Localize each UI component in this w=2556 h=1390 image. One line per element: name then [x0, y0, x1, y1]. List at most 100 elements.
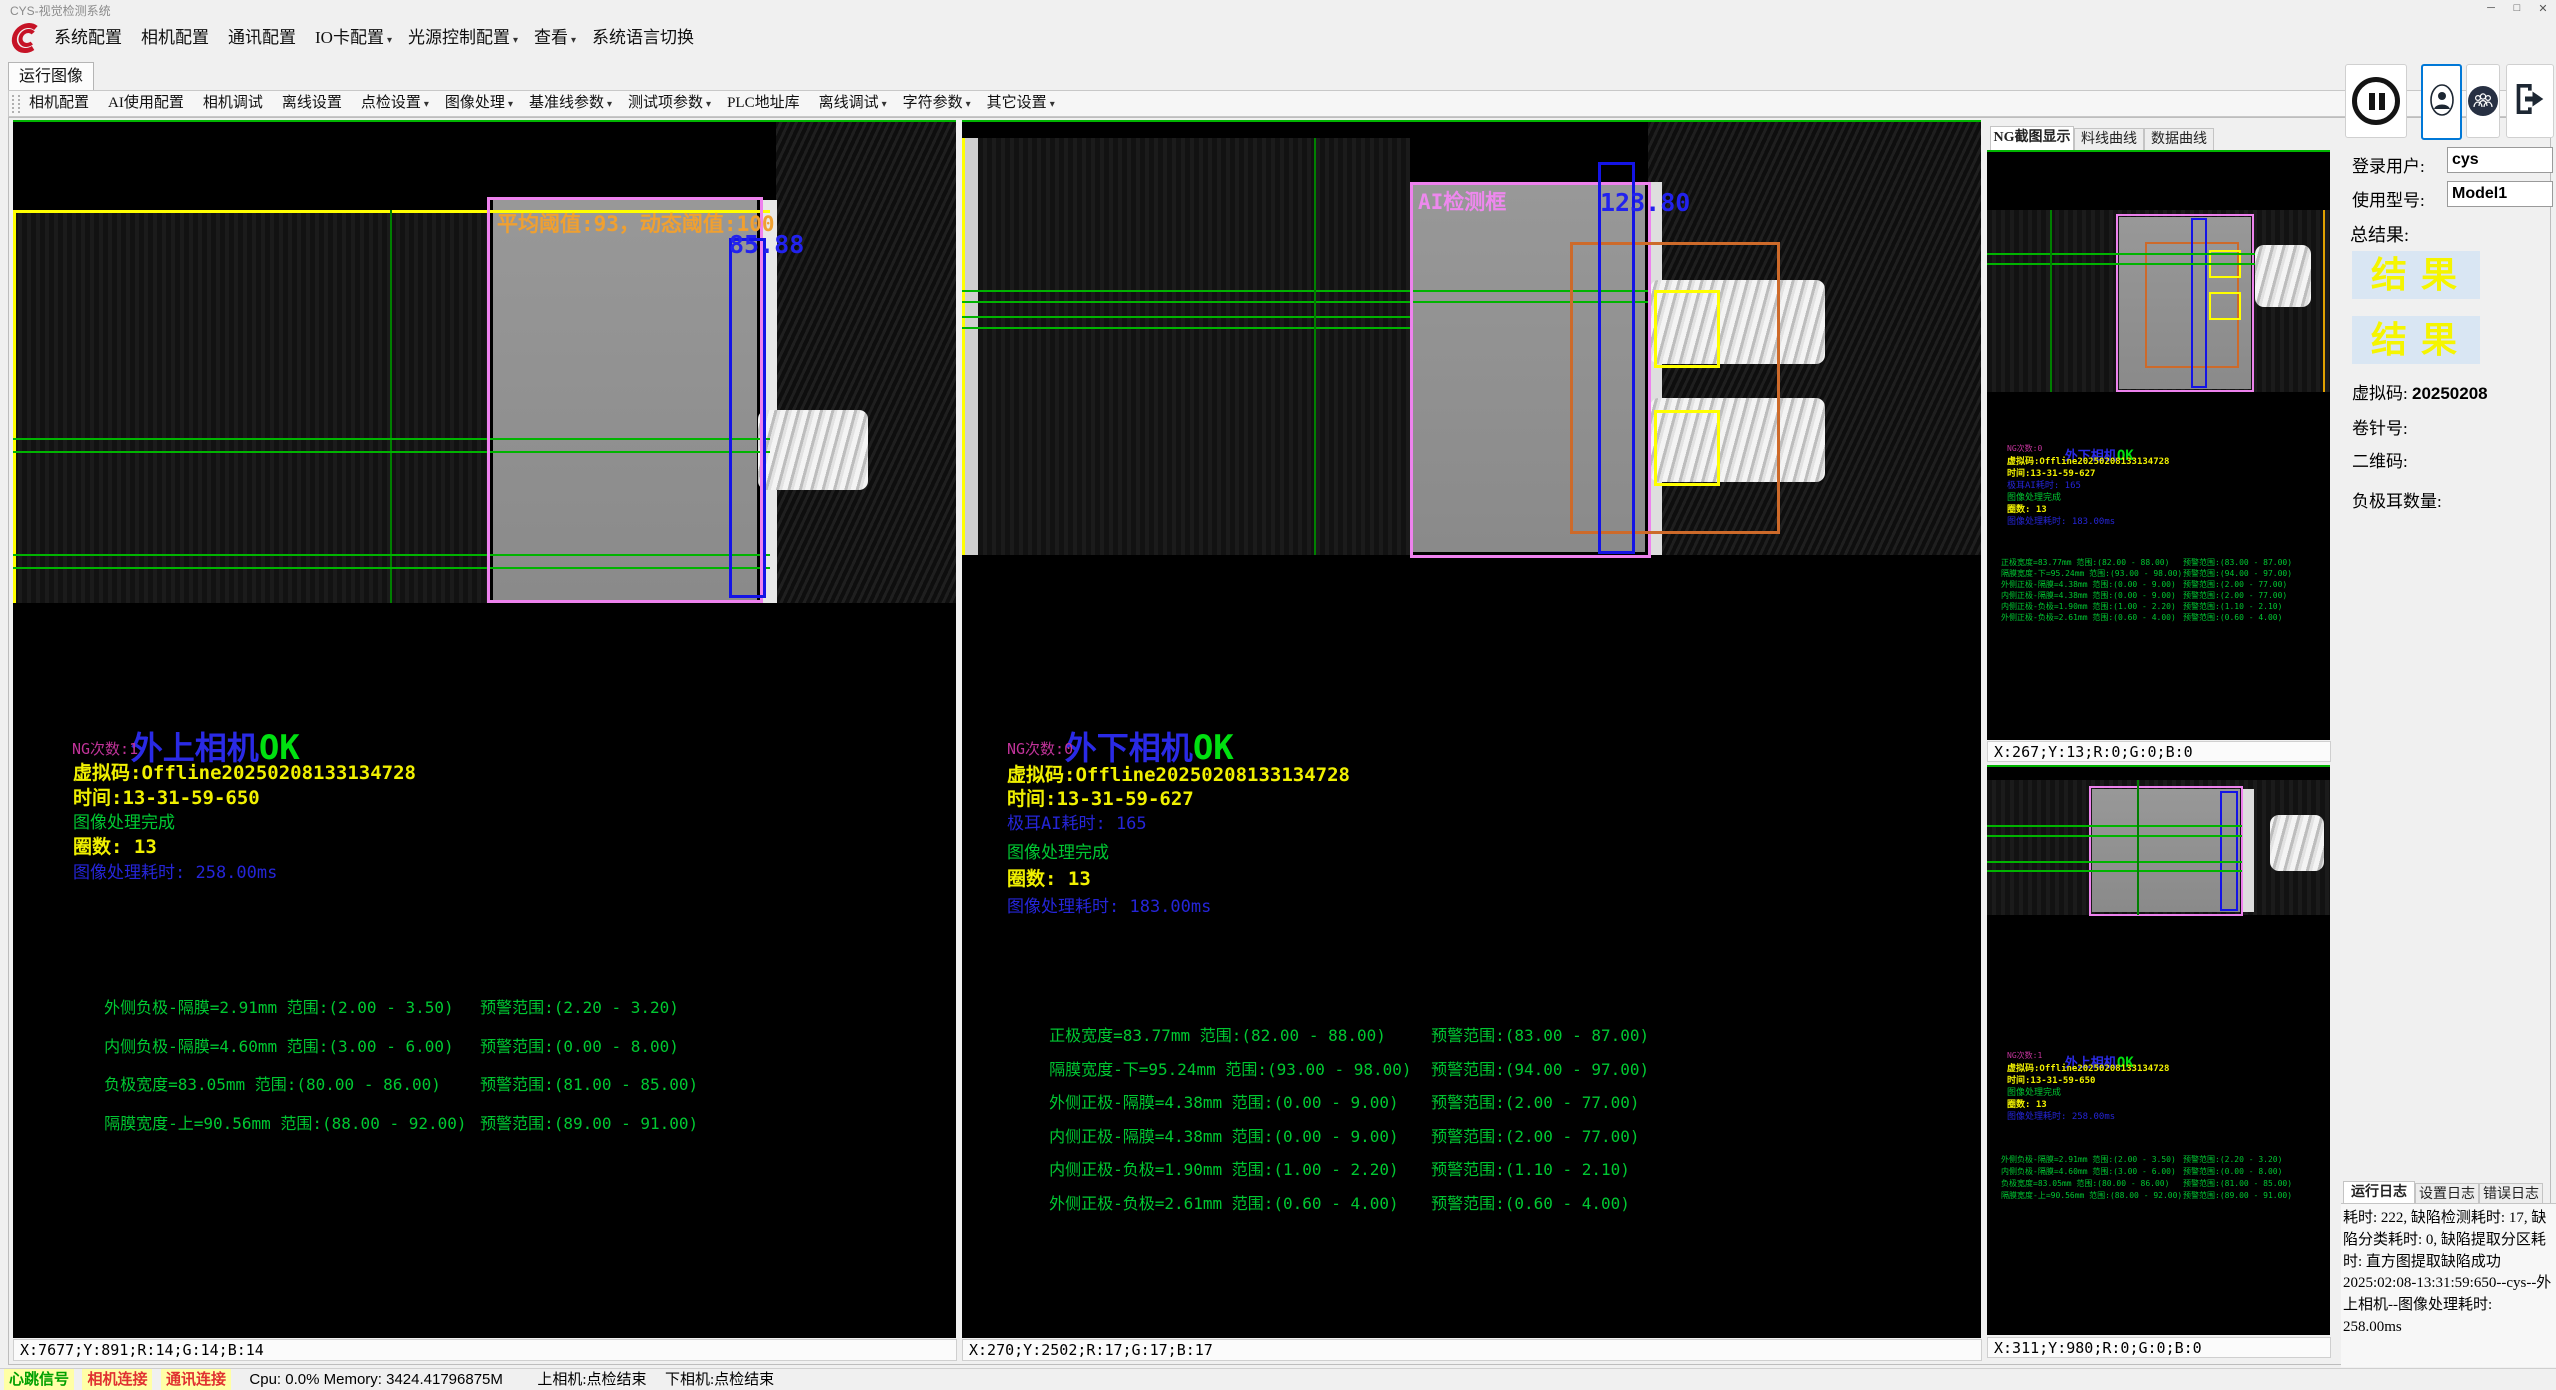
virtual-code-value: 20250208 [2412, 384, 2488, 403]
lower-camera-status: 下相机:点检结束 [665, 1372, 774, 1388]
pause-button[interactable] [2345, 64, 2407, 138]
ai-elapsed: 极耳AI耗时: 165 [1007, 809, 1147, 834]
dropdown-arrow-icon: ▾ [571, 35, 576, 46]
processing-elapsed: 图像处理耗时: 258.00ms [73, 858, 277, 883]
current-user-button[interactable] [2421, 64, 2462, 140]
left-camera-image: 平均阈值:93，动态阈值:100 85.88 [13, 120, 956, 603]
toolbar-items: 相机配置AI使用配置相机调试离线设置点检设置▾图像处理▾基准线参数▾测试项参数▾… [21, 91, 1063, 116]
toolbar-item[interactable]: 图像处理▾ [437, 91, 521, 117]
user-icon [2429, 82, 2455, 123]
toolbar-item[interactable]: 字符参数▾ [895, 91, 979, 117]
left-camera-panel: 平均阈值:93，动态阈值:100 85.88 外上相机OK NG次数:1 虚拟码… [13, 120, 956, 1338]
left-coords-readout: X:7677;Y:891;R:14;G:14;B:14 [13, 1339, 957, 1361]
ng-preview-2: 外上相机OK NG次数:1 虚拟码:Offline202502081331347… [1987, 765, 2330, 1335]
edge-value-overlay: 123.80 [1600, 188, 1690, 217]
camera-link-indicator: 相机连接 [82, 1369, 152, 1390]
total-result-label: 总结果: [2350, 221, 2409, 247]
login-user-field[interactable] [2447, 147, 2553, 173]
dropdown-arrow-icon: ▾ [1050, 99, 1055, 110]
users-icon [2468, 86, 2498, 116]
tab-ng-screenshot[interactable]: NG截图显示 [1990, 126, 2074, 150]
tab-run-image[interactable]: 运行图像 [8, 62, 94, 91]
toolbar-item[interactable]: 基准线参数▾ [521, 91, 620, 117]
dropdown-arrow-icon: ▾ [424, 99, 429, 110]
dropdown-arrow-icon: ▾ [607, 99, 612, 110]
toolbar-item[interactable]: 测试项参数▾ [620, 91, 719, 117]
view-tab-row: 运行图像 [0, 58, 2556, 90]
right-camera-panel: AI检测框 123.80 外下相机OK NG次数:0 虚拟码:Offline20… [962, 120, 1981, 1338]
comm-link-indicator: 通讯连接 [161, 1369, 231, 1390]
menu-item[interactable]: 光源控制配置▾ [400, 18, 526, 61]
dropdown-arrow-icon: ▾ [966, 99, 971, 110]
run-log-text[interactable]: 耗时: 222, 缺陷检测耗时: 17, 缺陷分类耗时: 0, 缺陷提取分区耗时… [2341, 1203, 2556, 1367]
maximize-button[interactable]: □ [2504, 2, 2530, 14]
exit-button[interactable] [2506, 64, 2554, 138]
toolbar-item[interactable]: PLC地址库 [719, 91, 811, 117]
toolbar-item[interactable]: 离线调试▾ [811, 91, 895, 117]
edge-box [1598, 162, 1635, 554]
cpu-memory-readout: Cpu: 0.0% Memory: 3424.41796875M [249, 1371, 502, 1388]
app-window: CYS-视觉检测系统 ─ □ ✕ 系统配置相机配置通讯配置IO卡配置▾光源控制配… [0, 0, 2556, 1390]
menu-item[interactable]: IO卡配置▾ [307, 18, 400, 61]
dropdown-arrow-icon: ▾ [387, 35, 392, 46]
users-manage-button[interactable] [2466, 64, 2500, 138]
measurement-row: 隔膜宽度-上=90.56mm 范围:(88.00 - 92.00)预警范围:(8… [27, 1091, 698, 1130]
app-logo-icon [4, 20, 40, 56]
menu-item[interactable]: 相机配置 [133, 18, 220, 61]
close-button[interactable]: ✕ [2530, 2, 2556, 15]
processing-elapsed: 图像处理耗时: 183.00ms [1007, 892, 1211, 917]
menu-item[interactable]: 系统配置 [46, 18, 133, 61]
capture-time: 时间:13-31-59-650 [73, 783, 260, 810]
ai-box-label: AI检测框 [1418, 186, 1506, 216]
menu-item[interactable]: 通讯配置 [220, 18, 307, 61]
toolbar-grip [12, 95, 20, 113]
status-bar: 心跳信号 相机连接 通讯连接 Cpu: 0.0% Memory: 3424.41… [0, 1368, 2556, 1390]
roi-box [487, 197, 763, 603]
toolbar-item[interactable]: 相机配置 [21, 91, 100, 117]
tab-error-log[interactable]: 错误日志 [2479, 1183, 2543, 1204]
toolbar-item[interactable]: 点检设置▾ [353, 91, 437, 117]
toolbar-item[interactable]: 其它设置▾ [979, 91, 1063, 117]
measurement-row: 内侧负极-隔膜=4.60mm 范围:(3.00 - 6.00)预警范围:(0.0… [27, 1014, 698, 1053]
edge-box [729, 238, 766, 598]
dropdown-arrow-icon: ▾ [882, 99, 887, 110]
menu-items: 系统配置相机配置通讯配置IO卡配置▾光源控制配置▾查看▾系统语言切换 [46, 18, 705, 58]
virtual-code-row: 虚拟码: 20250208 [2352, 379, 2488, 404]
capture-time: 时间:13-31-59-627 [1007, 784, 1194, 811]
dropdown-arrow-icon: ▾ [513, 35, 518, 46]
loop-count: 圈数: 13 [1007, 864, 1091, 891]
model-field[interactable] [2447, 181, 2553, 207]
tab-data-curve[interactable]: 数据曲线图 [2144, 128, 2214, 150]
title-bar: CYS-视觉检测系统 ─ □ ✕ [0, 0, 2556, 18]
ng-preview-1: 外下相机OK NG次数:0 虚拟码:Offline202502081331347… [1987, 150, 2330, 740]
toolbar-item[interactable]: 离线设置 [274, 91, 353, 117]
result-block-2: 结果 [2352, 316, 2480, 364]
preview1-coords-readout: X:267;Y:13;R:0;G:0;B:0 [1987, 741, 2331, 762]
pin-number-label: 卷针号: [2352, 414, 2408, 439]
heartbeat-indicator: 心跳信号 [4, 1369, 74, 1390]
pause-icon [2352, 77, 2400, 125]
dropdown-arrow-icon: ▾ [706, 99, 711, 110]
edge-value-overlay: 85.88 [729, 230, 804, 259]
toolbar-item[interactable]: AI使用配置 [100, 91, 195, 117]
dropdown-arrow-icon: ▾ [508, 99, 513, 110]
measurement-list: 正极宽度=83.77mm 范围:(82.00 - 88.00)预警范围:(83.… [972, 946, 1649, 1204]
upper-camera-status: 上相机:点检结束 [537, 1372, 646, 1388]
menu-item[interactable]: 查看▾ [526, 18, 584, 61]
measurement-row: 负极宽度=83.05mm 范围:(80.00 - 86.00)预警范围:(81.… [27, 1052, 698, 1091]
login-user-label: 登录用户: [2352, 152, 2425, 177]
exit-icon [2510, 79, 2550, 124]
loop-count: 圈数: 13 [73, 832, 157, 859]
tab-line-curve[interactable]: 料线曲线图 [2074, 128, 2144, 150]
toolbar-item[interactable]: 相机调试 [195, 91, 274, 117]
minimize-button[interactable]: ─ [2478, 2, 2504, 14]
tab-run-log[interactable]: 运行日志 [2343, 1181, 2415, 1204]
qr-code-label: 二维码: [2352, 447, 2408, 472]
measurement-row: 正极宽度=83.77mm 范围:(82.00 - 88.00)预警范围:(83.… [972, 1003, 1649, 1037]
tab-setting-log[interactable]: 设置日志 [2415, 1183, 2479, 1204]
tab-detect-box [1654, 290, 1720, 368]
menu-item[interactable]: 系统语言切换 [584, 18, 705, 61]
right-coords-readout: X:270;Y:2502;R:17;G:17;B:17 [962, 1339, 1982, 1361]
right-camera-image: AI检测框 123.80 [962, 120, 1981, 555]
virtual-code: 虚拟码:Offline20250208133134728 [73, 758, 416, 785]
